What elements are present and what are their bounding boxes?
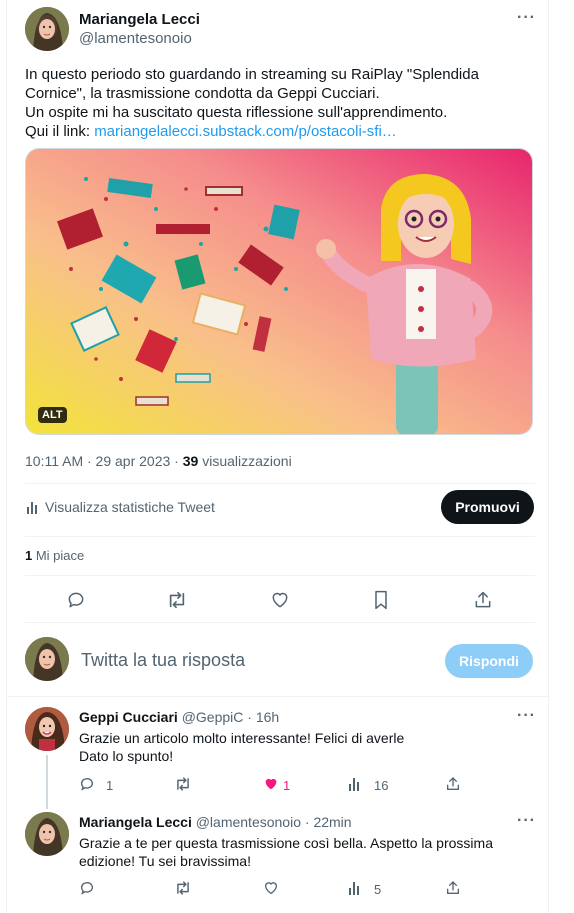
reply-header: Mariangela Lecci @lamentesonoio · 22min — [79, 814, 352, 830]
reply-button[interactable]: Rispondi — [445, 644, 533, 678]
reply-text-line: Grazie un articolo molto interessante! F… — [79, 730, 405, 746]
more-icon[interactable]: ··· — [517, 707, 536, 725]
thread-line — [46, 755, 48, 809]
alt-badge[interactable]: ALT — [38, 407, 67, 423]
tweet-text-line: Qui il link: mariangelalecci.substack.co… — [25, 122, 535, 141]
like-count: 1 — [283, 778, 291, 793]
reply-time[interactable]: · 16h — [247, 709, 279, 725]
reply-text: Grazie a te per questa trasmissione così… — [79, 834, 493, 870]
more-icon[interactable]: ··· — [517, 812, 536, 830]
divider — [7, 696, 550, 697]
like-icon[interactable] — [263, 880, 279, 896]
reply-count: 1 — [106, 778, 114, 793]
reply-time[interactable]: · 22min — [305, 814, 352, 830]
share-icon[interactable] — [445, 776, 461, 792]
likes-label: Mi piace — [32, 548, 85, 563]
tweet-text-line: In questo periodo sto guardando in strea… — [25, 66, 479, 83]
link-prefix: Qui il link: — [25, 123, 95, 140]
views-icon[interactable] — [348, 880, 364, 896]
reply-header: Geppi Cucciari @GeppiC · 16h — [79, 709, 279, 725]
reply-author-name[interactable]: Geppi Cucciari — [79, 709, 178, 725]
views-count: 39 — [182, 453, 199, 469]
bookmark-icon[interactable] — [372, 590, 390, 610]
reply-text-line: edizione! Tu sei bravissima! — [79, 853, 251, 869]
tweet-timestamp: 10:11 AM · 29 apr 2023 · 39 visualizzazi… — [25, 453, 292, 469]
reply-author-name[interactable]: Mariangela Lecci — [79, 814, 192, 830]
tweet-image[interactable]: ALT — [25, 148, 533, 435]
divider — [25, 622, 535, 623]
avatar[interactable] — [25, 637, 69, 681]
share-icon[interactable] — [473, 590, 493, 610]
view-stats-link[interactable]: Visualizza statistiche Tweet — [45, 499, 215, 515]
timestamp[interactable]: 10:11 AM · 29 apr 2023 · — [25, 453, 183, 469]
views-label: visualizzazioni — [198, 453, 292, 469]
divider — [25, 575, 535, 576]
views-icon[interactable] — [348, 776, 364, 792]
author-handle[interactable]: @lamentesonoio — [79, 30, 192, 47]
share-icon[interactable] — [445, 880, 461, 896]
tweet-thread: Mariangela Lecci @lamentesonoio ··· In q… — [6, 0, 550, 913]
reply-icon[interactable] — [66, 590, 86, 610]
avatar[interactable] — [25, 812, 69, 856]
retweet-icon[interactable] — [166, 590, 188, 610]
stats-icon[interactable] — [25, 499, 41, 515]
retweet-icon[interactable] — [174, 880, 192, 896]
likes-summary[interactable]: 1 Mi piace — [25, 548, 84, 563]
promote-button[interactable]: Promuovi — [441, 490, 534, 524]
author-name[interactable]: Mariangela Lecci — [79, 11, 200, 28]
reply-icon[interactable] — [79, 880, 95, 896]
like-icon[interactable] — [263, 776, 279, 792]
reply-text-line: Grazie a te per questa trasmissione così… — [79, 835, 493, 851]
more-icon[interactable]: ··· — [517, 9, 536, 27]
reply-text-line: Dato lo spunto! — [79, 748, 174, 764]
avatar[interactable] — [25, 7, 69, 51]
tweet-text-line: Cornice", la trasmissione condotta da Ge… — [25, 85, 380, 102]
avatar[interactable] — [25, 707, 69, 751]
divider — [25, 536, 535, 537]
reply-input[interactable]: Twitta la tua risposta — [81, 650, 245, 671]
views-count: 5 — [374, 882, 382, 897]
retweet-icon[interactable] — [174, 776, 192, 792]
reply-icon[interactable] — [79, 776, 95, 792]
reply-author-handle[interactable]: @lamentesonoio — [196, 814, 301, 830]
article-link[interactable]: mariangelalecci.substack.com/p/ostacoli-… — [94, 123, 397, 140]
tweet-text: In questo periodo sto guardando in strea… — [25, 65, 535, 141]
reply-author-handle[interactable]: @GeppiC — [182, 709, 244, 725]
tweet-text-line: Un ospite mi ha suscitato questa rifless… — [25, 104, 448, 121]
like-icon[interactable] — [270, 590, 290, 610]
views-count: 16 — [374, 778, 389, 793]
reply-text: Grazie un articolo molto interessante! F… — [79, 729, 404, 765]
divider — [25, 483, 535, 484]
